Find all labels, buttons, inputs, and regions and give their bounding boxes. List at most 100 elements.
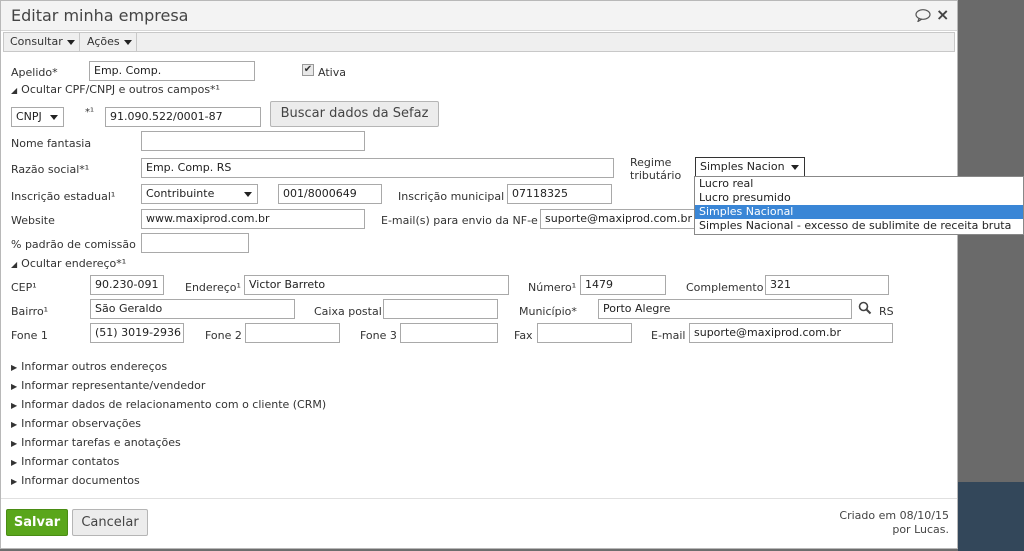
created-by: por Lucas. bbox=[892, 523, 949, 536]
background-right-bottom bbox=[958, 482, 1024, 551]
apelido-input[interactable]: Emp. Comp. bbox=[89, 61, 255, 81]
fone3-input[interactable] bbox=[400, 323, 498, 343]
buscar-sefaz-button[interactable]: Buscar dados da Sefaz bbox=[270, 101, 439, 127]
email-input[interactable]: suporte@maxiprod.com.br bbox=[689, 323, 893, 343]
section-crm[interactable]: ▶ Informar dados de relacionamento com o … bbox=[11, 398, 326, 411]
nome-fantasia-label: Nome fantasia bbox=[11, 137, 92, 150]
bairro-label: Bairro¹ bbox=[11, 305, 49, 318]
fone2-input[interactable] bbox=[245, 323, 340, 343]
im-input[interactable]: 07118325 bbox=[507, 184, 612, 204]
razao-social-label: Razão social*¹ bbox=[11, 163, 90, 176]
triangle-right-icon: ▶ bbox=[11, 363, 18, 372]
caixa-postal-input[interactable] bbox=[383, 299, 498, 319]
endereco-label: Endereço¹ bbox=[185, 281, 241, 294]
complemento-label: Complemento bbox=[686, 281, 764, 294]
save-button[interactable]: Salvar bbox=[6, 509, 68, 536]
ie-type-select[interactable]: Contribuinte bbox=[141, 184, 258, 204]
section-tarefas[interactable]: ▶ Informar tarefas e anotações bbox=[11, 436, 181, 449]
numero-label: Número¹ bbox=[528, 281, 577, 294]
razao-social-input[interactable]: Emp. Comp. RS bbox=[141, 158, 614, 178]
triangle-right-icon: ▶ bbox=[11, 477, 18, 486]
section-observacoes[interactable]: ▶ Informar observações bbox=[11, 417, 141, 430]
regime-value: Simples Nacion bbox=[700, 160, 785, 173]
ocultar-endereco-toggle[interactable]: ◢ Ocultar endereço*¹ bbox=[11, 257, 126, 270]
complemento-input[interactable]: 321 bbox=[765, 275, 889, 295]
numero-input[interactable]: 1479 bbox=[580, 275, 666, 295]
email-label: E-mail bbox=[651, 329, 686, 342]
bairro-input[interactable]: São Geraldo bbox=[90, 299, 295, 319]
edit-company-dialog: Editar minha empresa × Consultar Ações A… bbox=[0, 0, 958, 549]
title-bar: Editar minha empresa × bbox=[1, 1, 957, 31]
dropdown-option[interactable]: Simples Nacional - excesso de sublimite … bbox=[695, 219, 1023, 233]
cep-input[interactable]: 90.230-091 bbox=[90, 275, 164, 295]
toolbar: Consultar Ações bbox=[3, 32, 955, 52]
cancel-button[interactable]: Cancelar bbox=[72, 509, 148, 536]
email-nfe-input[interactable]: suporte@maxiprod.com.br bbox=[540, 209, 696, 229]
ie-type-value: Contribuinte bbox=[146, 187, 215, 200]
section-label: Informar dados de relacionamento com o c… bbox=[21, 398, 327, 411]
triangle-right-icon: ▶ bbox=[11, 401, 18, 410]
section-representante[interactable]: ▶ Informar representante/vendedor bbox=[11, 379, 205, 392]
acoes-menu-button[interactable]: Ações bbox=[81, 33, 137, 51]
fone1-label: Fone 1 bbox=[11, 329, 48, 342]
ativa-checkbox[interactable]: ✔ bbox=[302, 64, 314, 76]
ocultar-cpf-toggle[interactable]: ◢ Ocultar CPF/CNPJ e outros campos*¹ bbox=[11, 83, 220, 96]
endereco-input[interactable]: Victor Barreto bbox=[244, 275, 509, 295]
dropdown-option-selected[interactable]: Simples Nacional bbox=[695, 205, 1023, 219]
fone3-label: Fone 3 bbox=[360, 329, 397, 342]
section-label: Informar observações bbox=[21, 417, 142, 430]
chat-icon[interactable] bbox=[915, 9, 931, 22]
doc-type-value: CNPJ bbox=[16, 110, 42, 123]
consultar-menu-button[interactable]: Consultar bbox=[4, 33, 80, 51]
email-nfe-label: E-mail(s) para envio da NF-e bbox=[381, 214, 538, 227]
section-outros-enderecos[interactable]: ▶ Informar outros endereços bbox=[11, 360, 167, 373]
municipio-input[interactable]: Porto Alegre bbox=[598, 299, 852, 319]
fax-input[interactable] bbox=[537, 323, 632, 343]
ocultar-cpf-label: Ocultar CPF/CNPJ e outros campos*¹ bbox=[21, 83, 220, 96]
triangle-down-icon bbox=[791, 165, 799, 170]
website-label: Website bbox=[11, 214, 55, 227]
section-contatos[interactable]: ▶ Informar contatos bbox=[11, 455, 119, 468]
regime-label-2: tributário bbox=[630, 169, 682, 182]
doc-marker: *¹ bbox=[85, 107, 95, 118]
dialog-title: Editar minha empresa bbox=[11, 6, 189, 25]
ocultar-endereco-label: Ocultar endereço*¹ bbox=[21, 257, 127, 270]
fone1-input[interactable]: (51) 3019-2936 bbox=[90, 323, 184, 343]
dropdown-option[interactable]: Lucro real bbox=[695, 177, 1023, 191]
triangle-down-icon bbox=[123, 39, 132, 45]
uf-label: RS bbox=[879, 305, 894, 318]
ie-label: Inscrição estadual¹ bbox=[11, 190, 116, 203]
triangle-right-icon: ▶ bbox=[11, 458, 18, 467]
comissao-input[interactable] bbox=[141, 233, 249, 253]
acoes-label: Ações bbox=[87, 35, 120, 48]
ativa-label: Ativa bbox=[318, 66, 346, 79]
doc-type-select[interactable]: CNPJ bbox=[11, 107, 64, 127]
fax-label: Fax bbox=[514, 329, 533, 342]
nome-fantasia-input[interactable] bbox=[141, 131, 365, 151]
section-label: Informar contatos bbox=[21, 455, 120, 468]
search-icon[interactable] bbox=[858, 301, 872, 315]
section-label: Informar documentos bbox=[21, 474, 140, 487]
triangle-down-icon bbox=[50, 115, 58, 120]
triangle-down-icon bbox=[66, 39, 75, 45]
municipio-label: Município* bbox=[519, 305, 577, 318]
website-input[interactable]: www.maxiprod.com.br bbox=[141, 209, 365, 229]
footer-divider bbox=[1, 498, 957, 499]
background-right bbox=[958, 0, 1024, 551]
regime-dropdown-list: Lucro real Lucro presumido Simples Nacio… bbox=[694, 176, 1024, 235]
comissao-label: % padrão de comissão bbox=[11, 238, 136, 251]
cep-label: CEP¹ bbox=[11, 281, 37, 294]
triangle-right-icon: ▶ bbox=[11, 420, 18, 429]
triangle-right-icon: ▶ bbox=[11, 382, 18, 391]
ie-input[interactable]: 001/8000649 bbox=[278, 184, 382, 204]
cnpj-input[interactable]: 91.090.522/0001-87 bbox=[105, 107, 261, 127]
section-documentos[interactable]: ▶ Informar documentos bbox=[11, 474, 140, 487]
close-icon[interactable]: × bbox=[936, 5, 949, 24]
checkmark-icon: ✔ bbox=[303, 64, 313, 75]
regime-label-1: Regime bbox=[630, 156, 672, 169]
section-label: Informar outros endereços bbox=[21, 360, 168, 373]
regime-tributario-select[interactable]: Simples Nacion bbox=[695, 157, 805, 177]
created-info: Criado em 08/10/15 bbox=[839, 509, 949, 522]
dropdown-option[interactable]: Lucro presumido bbox=[695, 191, 1023, 205]
caixa-postal-label: Caixa postal bbox=[314, 305, 382, 318]
